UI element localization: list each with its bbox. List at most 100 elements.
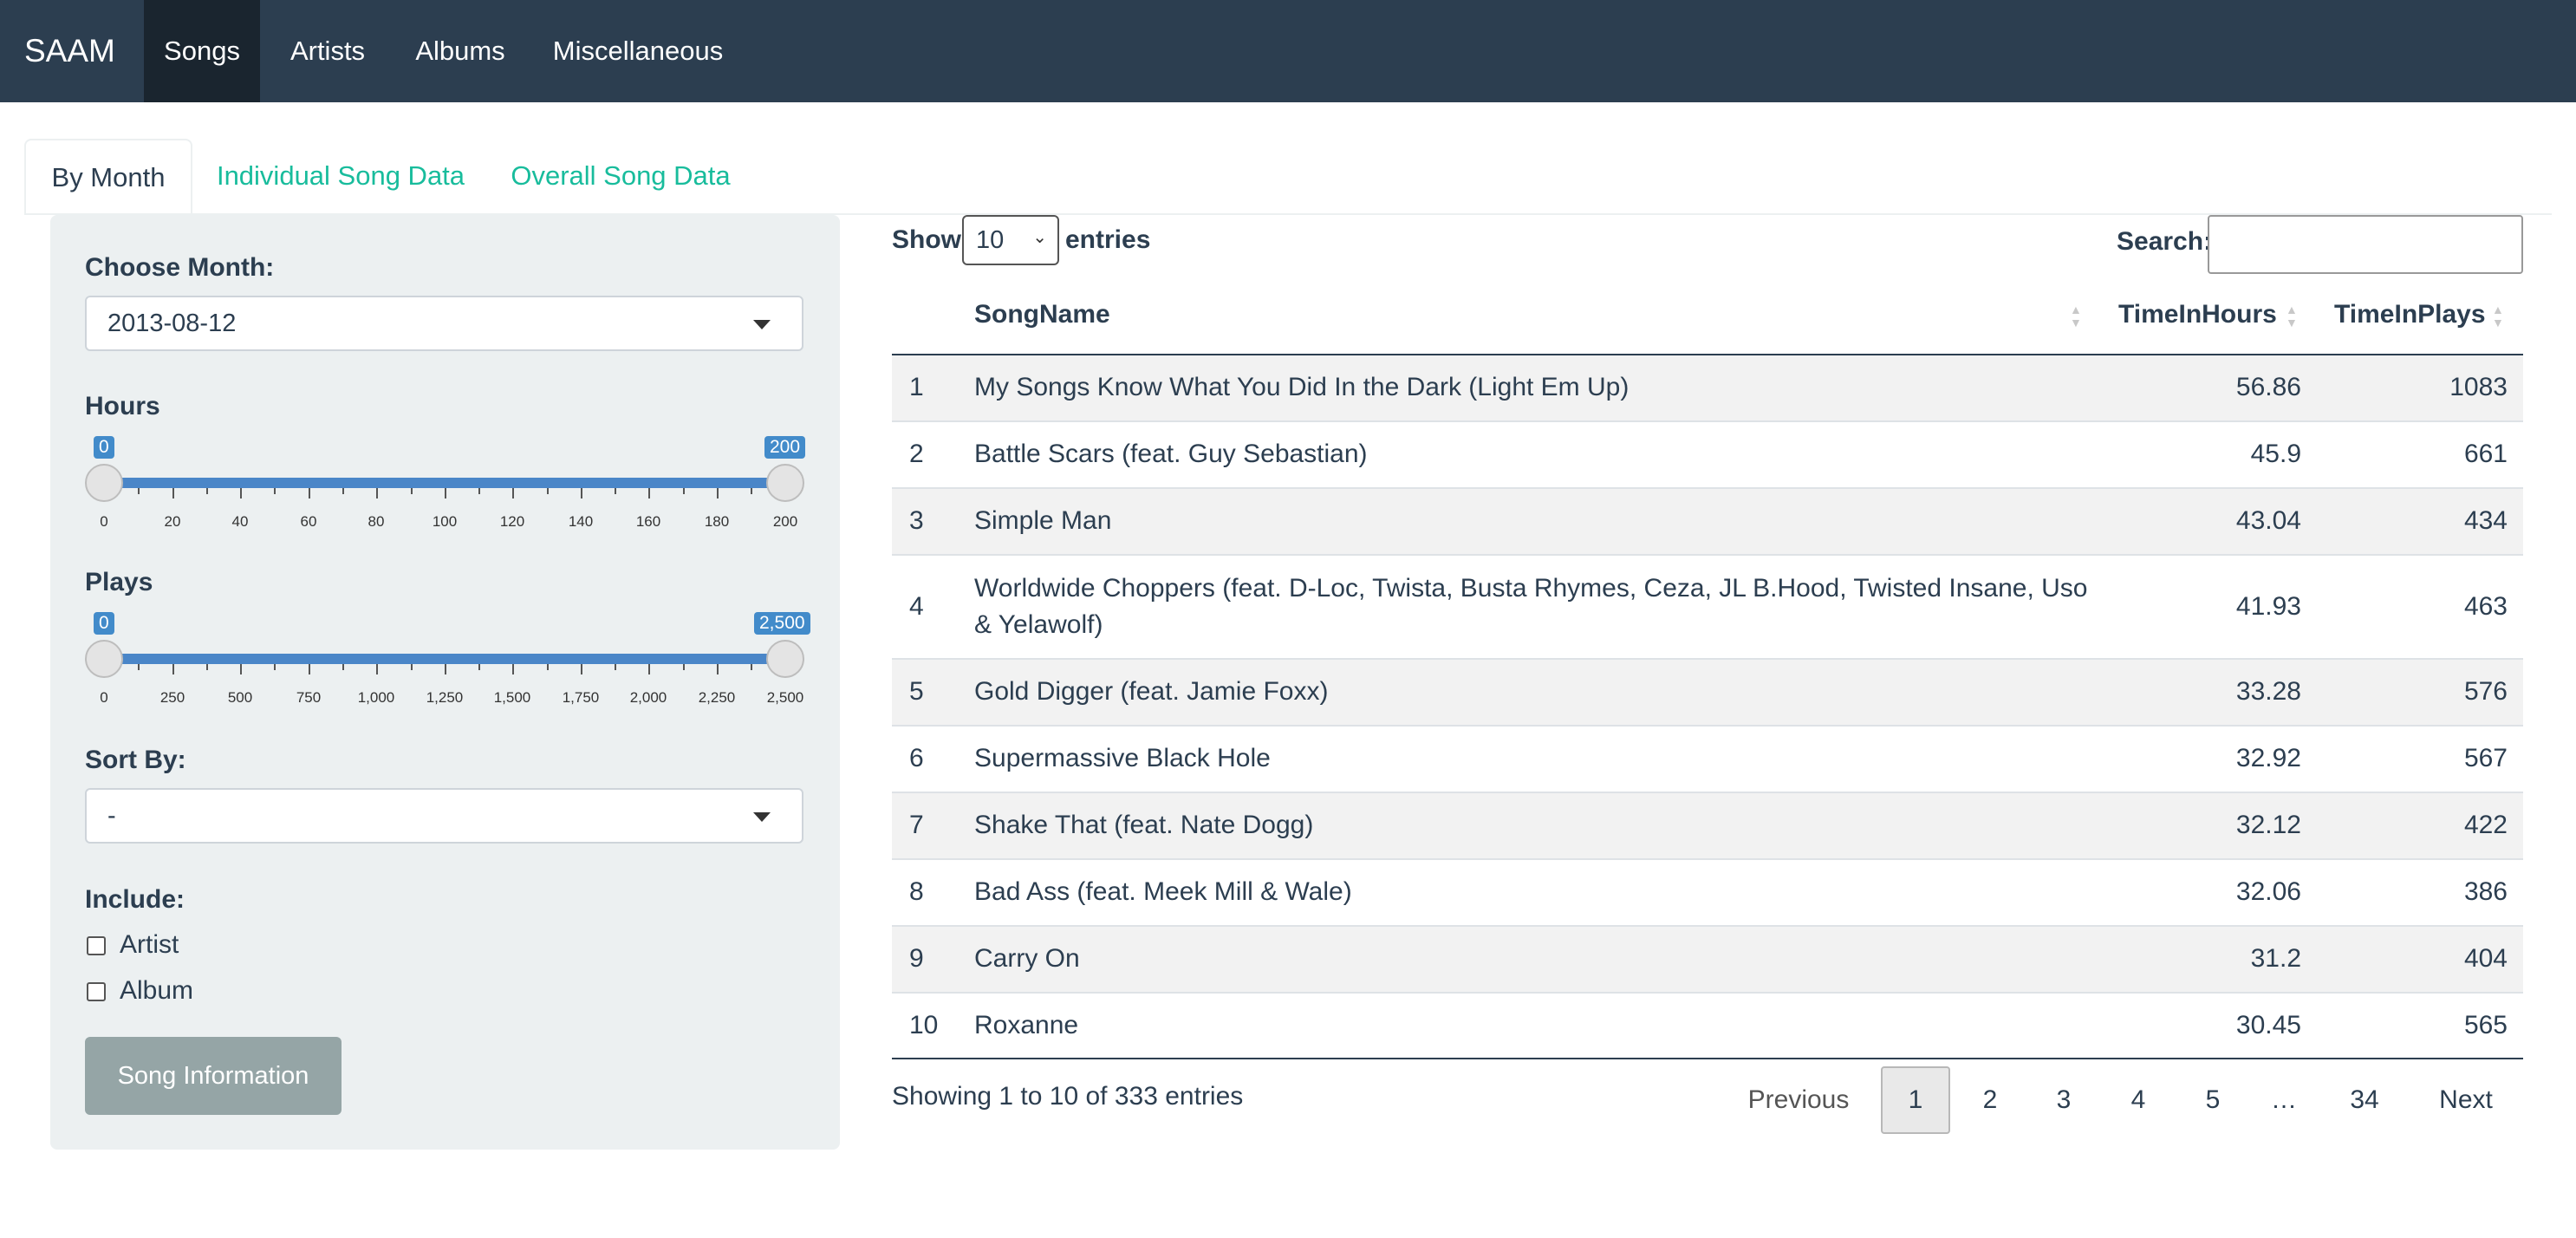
pagination-ellipsis: …	[2271, 1085, 2297, 1114]
pagination-page[interactable]: 5	[2178, 1066, 2247, 1134]
sort-icon[interactable]: ▲ ▼	[2286, 303, 2298, 329]
plays-slider-track[interactable]	[104, 654, 785, 664]
song-information-button[interactable]: Song Information	[85, 1037, 342, 1115]
column-header-timeinhours[interactable]: TimeInHours	[2118, 300, 2277, 329]
caret-down-icon	[753, 812, 771, 822]
table-row[interactable]: 8 Bad Ass (feat. Meek Mill & Wale) 32.06…	[892, 860, 2523, 927]
sort-icon[interactable]: ▲ ▼	[2492, 303, 2504, 329]
song-name: Gold Digger (feat. Jamie Foxx)	[974, 677, 1329, 706]
artist-checkbox-label[interactable]: Artist	[120, 930, 179, 960]
search-input[interactable]	[2208, 215, 2523, 274]
table-row[interactable]: 3 Simple Man 43.04 434	[892, 489, 2523, 556]
row-index: 7	[909, 811, 924, 839]
nav-artists[interactable]: Artists	[260, 0, 395, 102]
entries-length-value: 10	[976, 226, 1005, 254]
table-row[interactable]: 4 Worldwide Choppers (feat. D-Loc, Twist…	[892, 556, 2523, 660]
pagination-next[interactable]: Next	[2418, 1066, 2514, 1134]
row-index: 5	[909, 677, 924, 706]
table-row[interactable]: 2 Battle Scars (feat. Guy Sebastian) 45.…	[892, 422, 2523, 489]
hours-min-value: 0	[94, 436, 114, 459]
hours-tick-label: 180	[704, 513, 730, 530]
time-in-plays: 434	[2463, 506, 2508, 535]
plays-min-value: 0	[94, 612, 114, 635]
tab-individual-song-data[interactable]: Individual Song Data	[208, 139, 473, 213]
nav-miscellaneous[interactable]: Miscellaneous	[525, 0, 751, 102]
hours-tick-label: 0	[100, 513, 108, 530]
song-name: Supermassive Black Hole	[974, 744, 1271, 772]
plays-tick-label: 500	[227, 689, 253, 706]
song-name: Bad Ass (feat. Meek Mill & Wale)	[974, 877, 1352, 906]
plays-min-handle[interactable]	[85, 640, 123, 678]
column-header-songname[interactable]: SongName	[974, 300, 1110, 329]
plays-tick-label: 2,250	[698, 689, 736, 706]
sort-by-select[interactable]: -	[85, 788, 803, 844]
brand-logo[interactable]: SAAM	[24, 0, 115, 102]
hours-tick-label: 60	[300, 513, 317, 530]
plays-max-value: 2,500	[754, 612, 810, 635]
row-index: 10	[909, 1011, 939, 1039]
plays-tick-label: 1,750	[562, 689, 600, 706]
song-name: Simple Man	[974, 506, 1112, 535]
chevron-down-icon: ⌄	[1032, 228, 1047, 247]
row-index: 4	[909, 592, 924, 621]
table-row[interactable]: 9 Carry On 31.2 404	[892, 927, 2523, 994]
tab-overall-song-data[interactable]: Overall Song Data	[503, 139, 738, 213]
tab-by-month[interactable]: By Month	[24, 139, 192, 215]
album-checkbox[interactable]	[87, 982, 106, 1001]
plays-max-handle[interactable]	[766, 640, 804, 678]
hours-tick-label: 100	[432, 513, 458, 530]
choose-month-label: Choose Month:	[85, 253, 275, 282]
time-in-plays: 404	[2463, 944, 2508, 973]
plays-tick-label: 1,000	[357, 689, 395, 706]
time-in-plays: 463	[2463, 592, 2508, 621]
sidebar-panel	[50, 215, 840, 1150]
pagination-page[interactable]: 3	[2029, 1066, 2098, 1134]
table-row[interactable]: 1 My Songs Know What You Did In the Dark…	[892, 355, 2523, 422]
month-select-value: 2013-08-12	[107, 310, 237, 337]
entries-length-select[interactable]: 10 ⌄	[962, 215, 1059, 265]
nav-albums[interactable]: Albums	[395, 0, 525, 102]
include-label: Include:	[85, 885, 185, 914]
time-in-hours: 32.06	[2235, 877, 2301, 906]
plays-tick-label: 1,250	[426, 689, 464, 706]
table-row[interactable]: 6 Supermassive Black Hole 32.92 567	[892, 727, 2523, 793]
row-index: 9	[909, 944, 924, 973]
pagination-page[interactable]: 4	[2104, 1066, 2173, 1134]
sort-by-value: -	[107, 802, 116, 830]
time-in-hours: 43.04	[2235, 506, 2301, 535]
time-in-plays: 576	[2463, 677, 2508, 706]
sort-by-label: Sort By:	[85, 746, 186, 774]
hours-tick-label: 20	[164, 513, 181, 530]
album-checkbox-label[interactable]: Album	[120, 976, 193, 1006]
time-in-plays: 567	[2463, 744, 2508, 772]
table-row[interactable]: 10 Roxanne 30.45 565	[892, 994, 2523, 1059]
row-index: 8	[909, 877, 924, 906]
hours-slider-track[interactable]	[104, 478, 785, 488]
nav-songs[interactable]: Songs	[144, 0, 260, 102]
hours-tick-label: 140	[568, 513, 594, 530]
pagination-previous[interactable]: Previous	[1734, 1066, 1864, 1134]
table-row[interactable]: 7 Shake That (feat. Nate Dogg) 32.12 422	[892, 793, 2523, 860]
plays-tick-label: 0	[100, 689, 108, 706]
table-bottom-border	[892, 1058, 2523, 1059]
plays-tick-label: 2,500	[766, 689, 804, 706]
month-select[interactable]: 2013-08-12	[85, 296, 803, 351]
sort-icon[interactable]: ▲ ▼	[2070, 303, 2082, 329]
song-name: Carry On	[974, 944, 1080, 973]
time-in-hours: 32.92	[2235, 744, 2301, 772]
song-name: Worldwide Choppers (feat. D-Loc, Twista,…	[974, 574, 2088, 639]
plays-tick-label: 250	[159, 689, 185, 706]
hours-max-handle[interactable]	[766, 464, 804, 502]
time-in-hours: 45.9	[2250, 440, 2301, 468]
column-header-timeinplays[interactable]: TimeInPlays	[2334, 300, 2486, 329]
pagination-page[interactable]: 34	[2330, 1066, 2399, 1134]
artist-checkbox[interactable]	[87, 936, 106, 955]
table-row[interactable]: 5 Gold Digger (feat. Jamie Foxx) 33.28 5…	[892, 660, 2523, 727]
pagination-page[interactable]: 2	[1955, 1066, 2025, 1134]
pagination-page[interactable]: 1	[1881, 1066, 1950, 1134]
time-in-hours: 30.45	[2235, 1011, 2301, 1039]
time-in-plays: 386	[2463, 877, 2508, 906]
hours-tick-label: 40	[231, 513, 249, 530]
time-in-hours: 41.93	[2235, 592, 2301, 621]
hours-min-handle[interactable]	[85, 464, 123, 502]
